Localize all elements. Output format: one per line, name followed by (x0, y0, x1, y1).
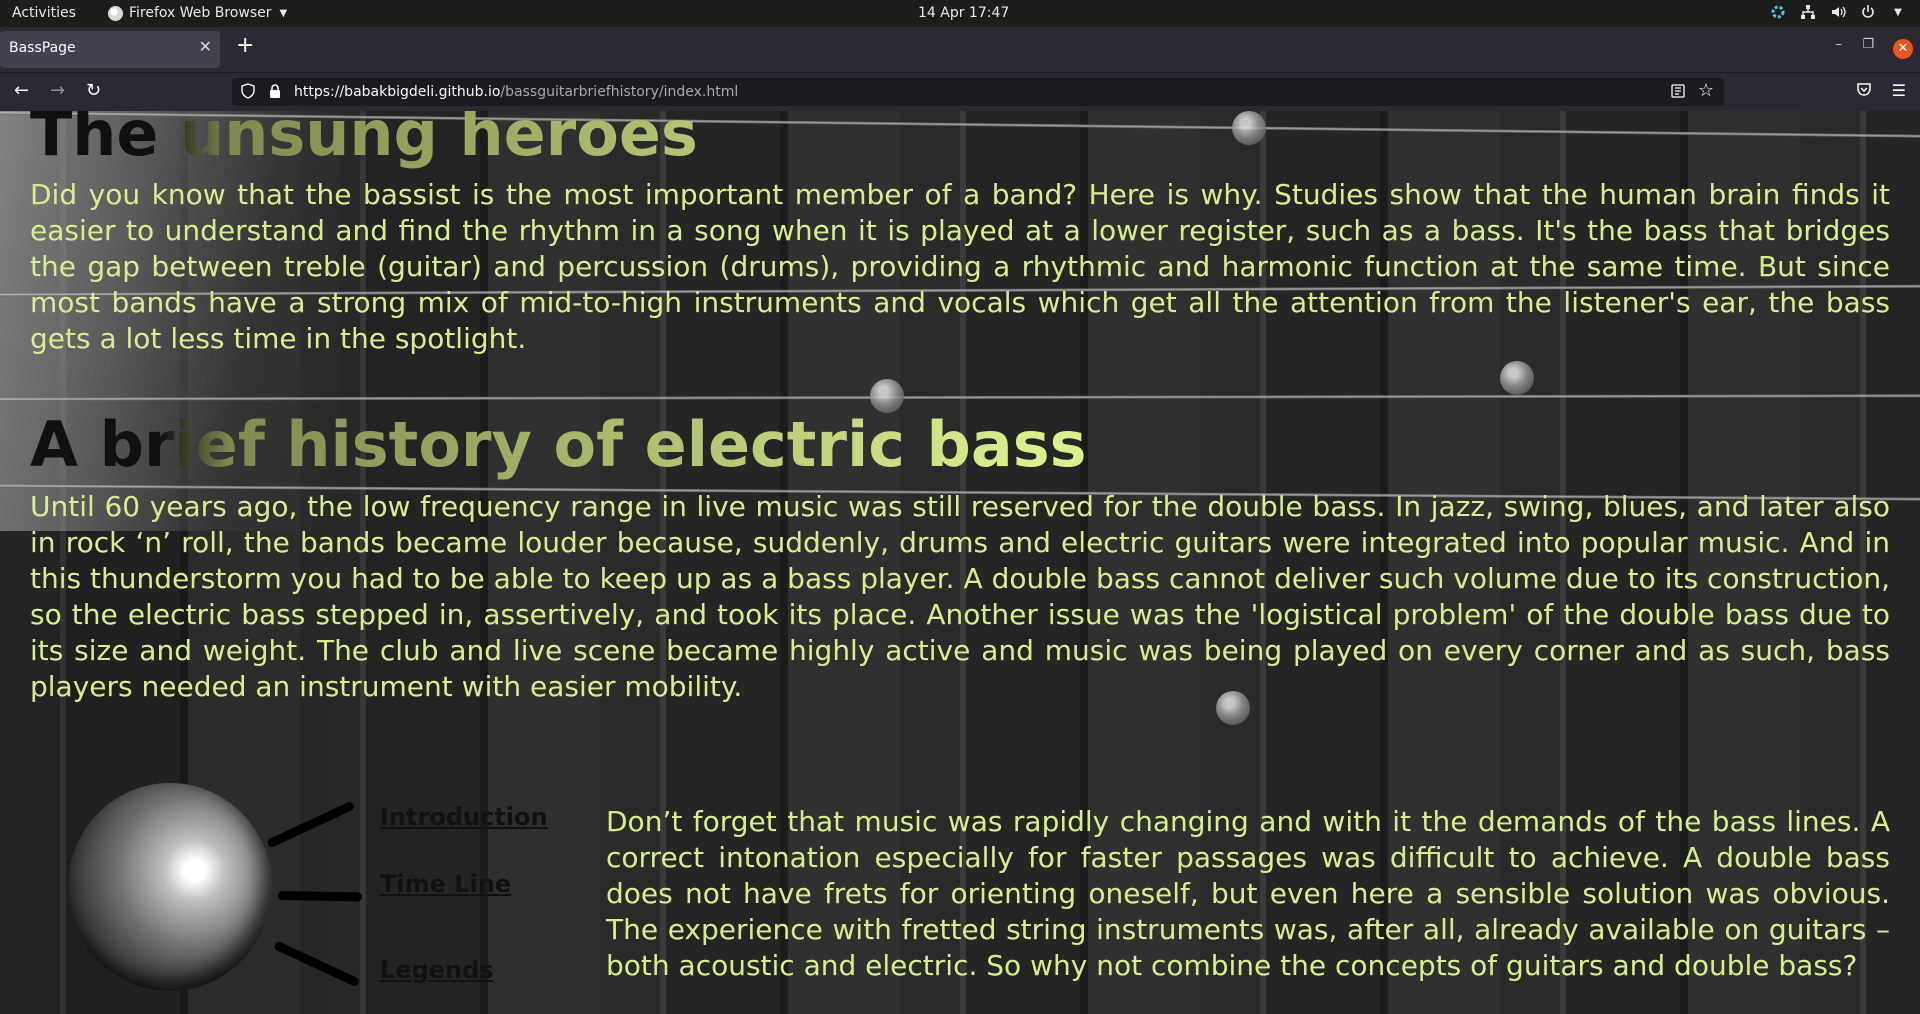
system-top-bar: Activities Firefox Web Browser ▼ 14 Apr … (0, 0, 1920, 27)
shield-icon[interactable] (240, 83, 256, 103)
nav-line (277, 891, 363, 902)
tab-basspage[interactable]: BassPage ✕ (0, 31, 220, 68)
app-menu[interactable]: Firefox Web Browser ▼ (108, 5, 287, 21)
tab-strip: BassPage ✕ + – ❐ ✕ (0, 27, 1920, 72)
firefox-icon (108, 5, 123, 21)
nav-link-introduction[interactable]: Introduction (380, 803, 548, 831)
paragraph-fretted-bass: Don’t forget that music was rapidly chan… (606, 805, 1890, 982)
lock-icon[interactable] (268, 83, 282, 103)
reload-button[interactable]: ↻ (86, 80, 101, 101)
bookmark-star-icon[interactable]: ☆ (1698, 80, 1714, 101)
app-menu-label: Firefox Web Browser (129, 5, 272, 21)
forward-button[interactable]: → (50, 80, 65, 101)
navigation-toolbar: ← → ↻ https://babakbigdeli.github.io/bas… (0, 72, 1920, 111)
reader-view-icon[interactable] (1670, 83, 1686, 103)
background-screw (1500, 361, 1534, 395)
network-icon[interactable] (1800, 4, 1816, 20)
heading-brief-history: A brief history of electric bass (30, 408, 1087, 481)
paragraph-unsung-heroes: Did you know that the bassist is the mos… (30, 178, 1890, 355)
knob-image (68, 783, 272, 991)
nav-line (273, 940, 361, 988)
new-tab-button[interactable]: + (236, 35, 254, 57)
nav-line (266, 800, 356, 849)
volume-icon[interactable] (1830, 4, 1846, 20)
hamburger-menu-icon[interactable]: ☰ (1892, 81, 1906, 100)
url-bar[interactable]: https://babakbigdeli.github.io/bassguita… (232, 78, 1724, 106)
restore-button[interactable]: ❐ (1862, 37, 1874, 52)
clock[interactable]: 14 Apr 17:47 (918, 5, 1009, 21)
page-viewport[interactable]: The unsung heroes Did you know that the … (0, 111, 1920, 1014)
window-close-button[interactable]: ✕ (1893, 39, 1913, 59)
tab-title: BassPage (9, 40, 76, 56)
paragraph-brief-history: Until 60 years ago, the low frequency ra… (30, 490, 1890, 703)
heading-unsung-heroes: The unsung heroes (30, 111, 698, 170)
url-host: https://babakbigdeli.github.io (294, 84, 501, 100)
power-icon[interactable] (1860, 4, 1876, 20)
system-tray[interactable]: ▼ (1770, 4, 1906, 20)
nav-link-legends[interactable]: Legends (380, 956, 494, 984)
activities-button[interactable]: Activities (12, 5, 76, 21)
background-screw (1232, 111, 1266, 145)
close-icon[interactable]: ✕ (199, 37, 212, 56)
url-path: /bassguitarbriefhistory/index.html (500, 84, 739, 100)
back-button[interactable]: ← (14, 80, 29, 101)
nav-link-time-line[interactable]: Time Line (380, 870, 511, 898)
gear-icon[interactable] (1770, 4, 1786, 20)
pocket-icon[interactable] (1856, 81, 1872, 101)
url-text[interactable]: https://babakbigdeli.github.io/bassguita… (294, 84, 738, 100)
minimize-button[interactable]: – (1836, 37, 1843, 52)
chevron-down-icon: ▼ (279, 7, 288, 19)
chevron-down-icon[interactable]: ▼ (1890, 4, 1906, 20)
